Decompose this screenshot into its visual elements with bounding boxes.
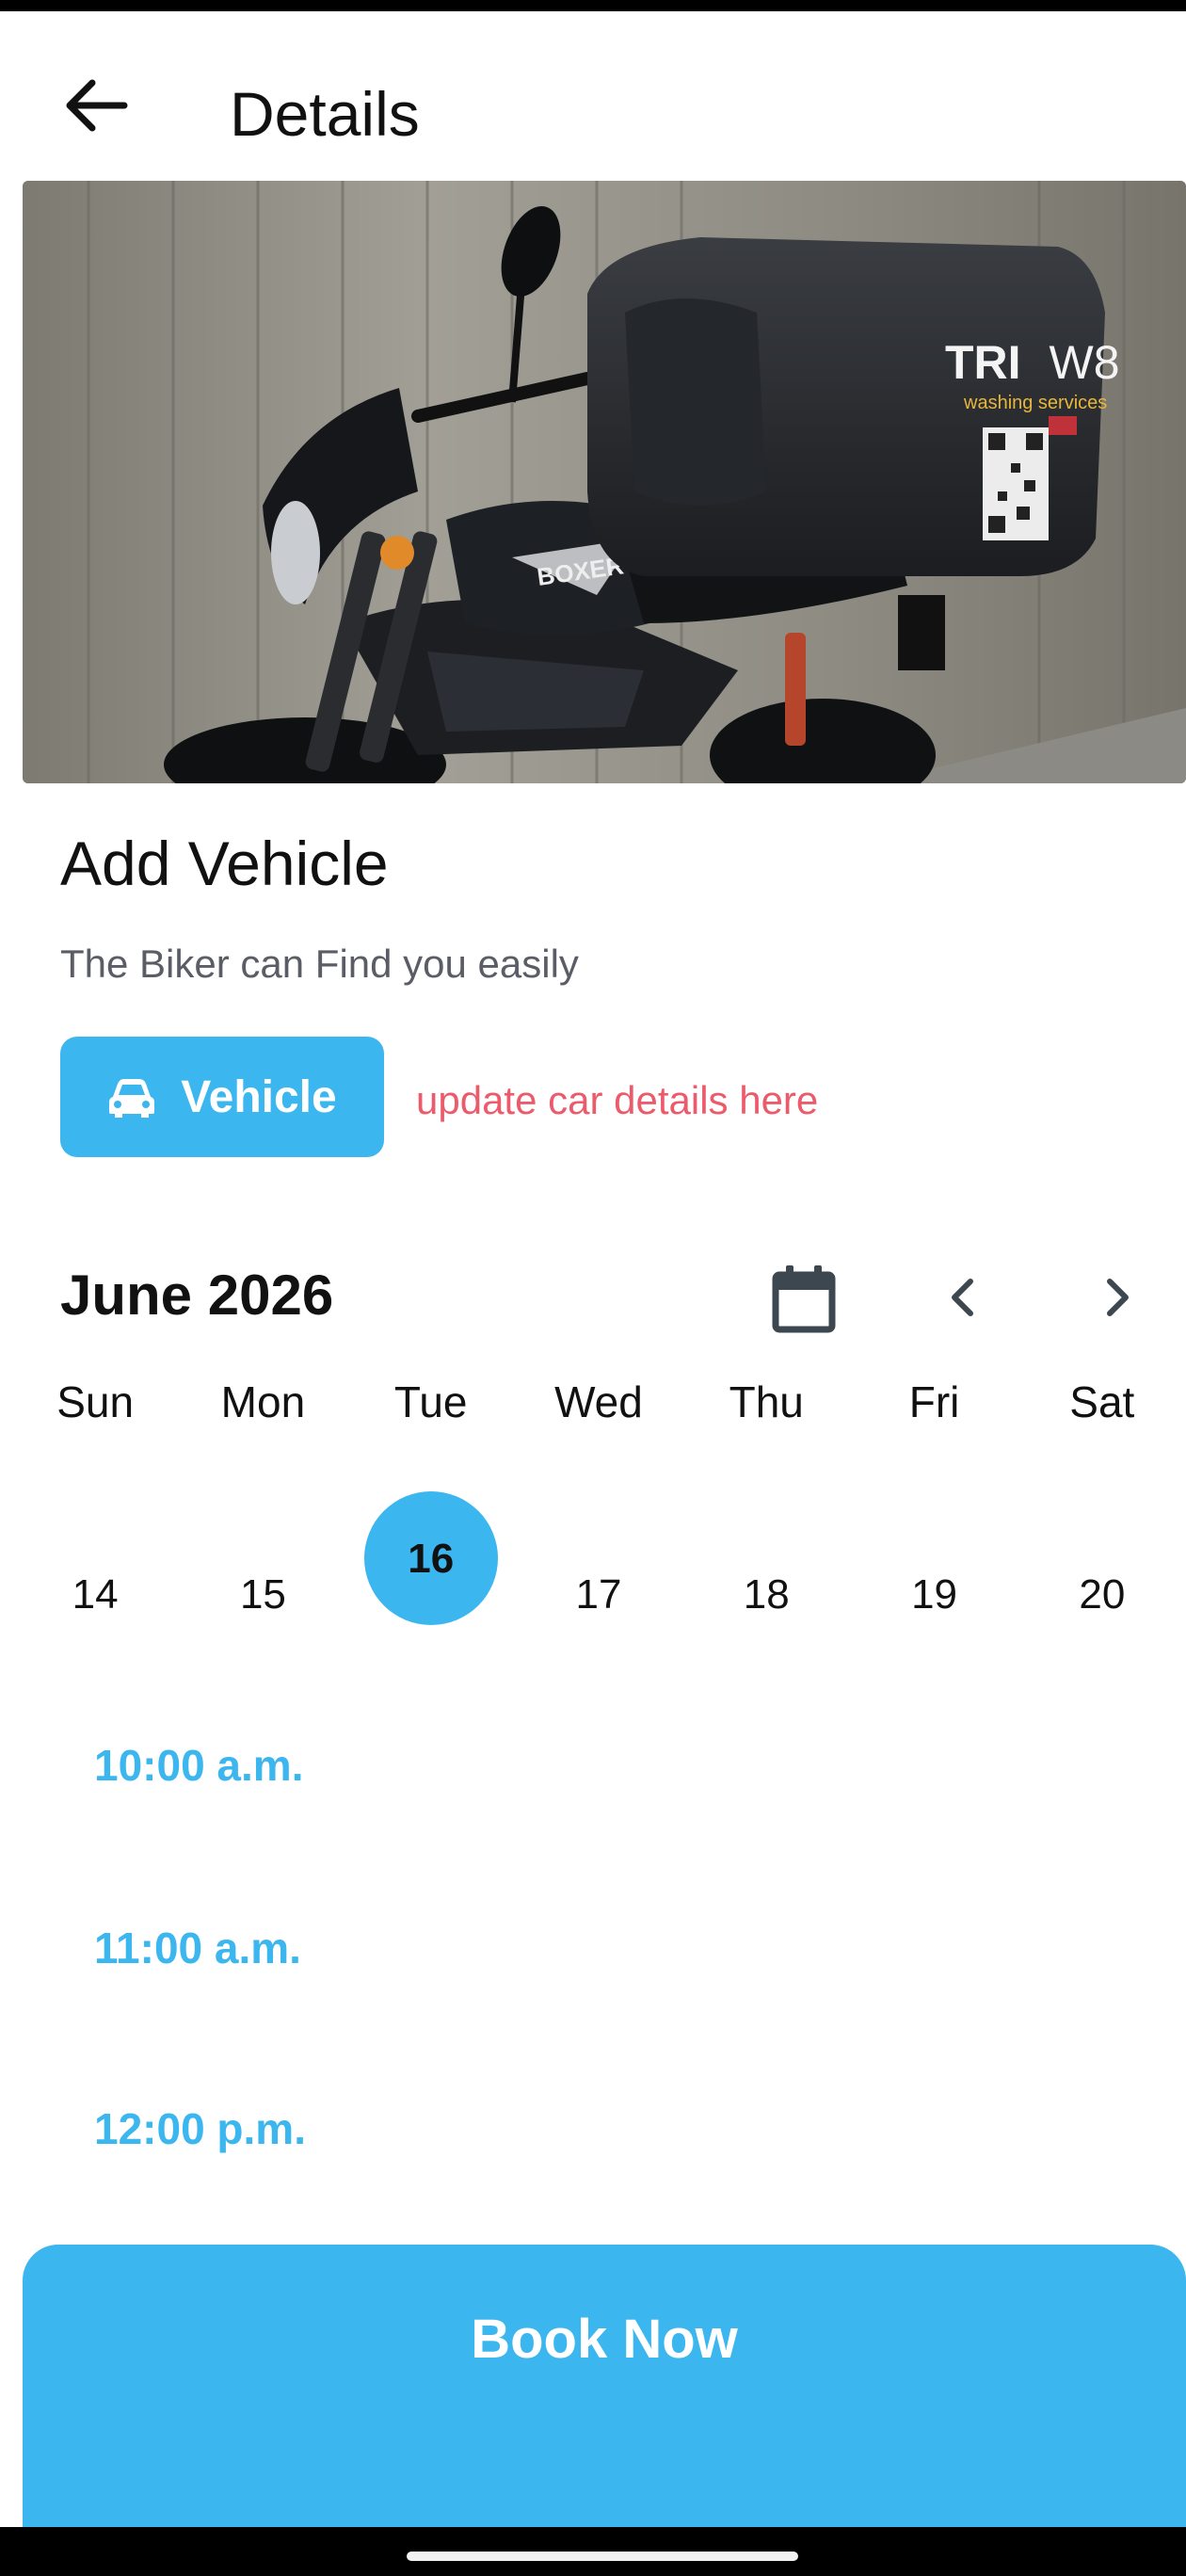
- chevron-right-icon: [1107, 1279, 1129, 1316]
- calendar-day[interactable]: 17: [515, 1488, 682, 1629]
- arrow-left-icon: [66, 79, 128, 132]
- week-days-row: 14 15 16 17 18 19 20: [11, 1488, 1186, 1629]
- book-now-label: Book Now: [471, 2309, 738, 2370]
- previous-week-button[interactable]: [922, 1258, 1002, 1337]
- weekday-label: Thu: [729, 1377, 804, 1426]
- page-title: Details: [230, 79, 420, 149]
- status-bar: [0, 0, 1186, 11]
- calendar-day[interactable]: 19: [850, 1488, 1018, 1629]
- back-button[interactable]: [47, 56, 145, 154]
- day-number: 15: [239, 1571, 286, 1618]
- weekday-label: Sat: [1069, 1377, 1135, 1426]
- weekday-label: Wed: [554, 1377, 643, 1426]
- book-now-button[interactable]: Book Now: [23, 2245, 1186, 2527]
- calendar-day[interactable]: 15: [179, 1488, 346, 1629]
- vehicle-hint-text: update car details here: [416, 1078, 819, 1122]
- calendar-day[interactable]: 18: [682, 1488, 850, 1629]
- home-indicator[interactable]: [407, 2552, 798, 2561]
- day-number: 14: [72, 1571, 119, 1618]
- add-vehicle-title: Add Vehicle: [60, 829, 389, 898]
- weekday-label: Sun: [56, 1377, 135, 1426]
- day-number: 16: [408, 1536, 455, 1582]
- day-number: 20: [1079, 1571, 1126, 1618]
- vehicle-photo: BOXER TRI W8 washing services: [23, 181, 1186, 783]
- weekday-label: Tue: [393, 1377, 468, 1426]
- calendar-day[interactable]: 20: [1018, 1488, 1186, 1629]
- next-week-button[interactable]: [1079, 1258, 1158, 1337]
- chevron-left-icon: [952, 1279, 973, 1316]
- weekday-label: Fri: [908, 1377, 960, 1426]
- weekday-header: Sun Mon Tue Wed Thu Fri Sat: [11, 1380, 1186, 1424]
- add-vehicle-subtitle: The Biker can Find you easily: [60, 942, 579, 986]
- calendar-day[interactable]: 14: [11, 1488, 179, 1629]
- box-tagline: washing services: [963, 393, 1107, 413]
- calendar-icon: [772, 1265, 836, 1333]
- app-bar: Details: [0, 28, 1186, 169]
- calendar-day-selected[interactable]: 16: [347, 1488, 515, 1629]
- time-slot[interactable]: 12:00 p.m.: [60, 2077, 437, 2181]
- vehicle-button-label: Vehicle: [181, 1071, 337, 1122]
- day-number: 19: [911, 1571, 958, 1618]
- calendar-month-label: June 2026: [60, 1264, 334, 1327]
- weekday-label: Mon: [220, 1377, 306, 1426]
- car-icon: [109, 1079, 155, 1118]
- day-number: 18: [743, 1571, 790, 1618]
- day-number: 17: [575, 1571, 622, 1618]
- calendar-picker-button[interactable]: [762, 1258, 845, 1341]
- time-slot[interactable]: 10:00 a.m.: [60, 1714, 437, 1817]
- time-slot[interactable]: 11:00 a.m.: [60, 1896, 437, 2000]
- vehicle-button[interactable]: Vehicle: [60, 1037, 384, 1157]
